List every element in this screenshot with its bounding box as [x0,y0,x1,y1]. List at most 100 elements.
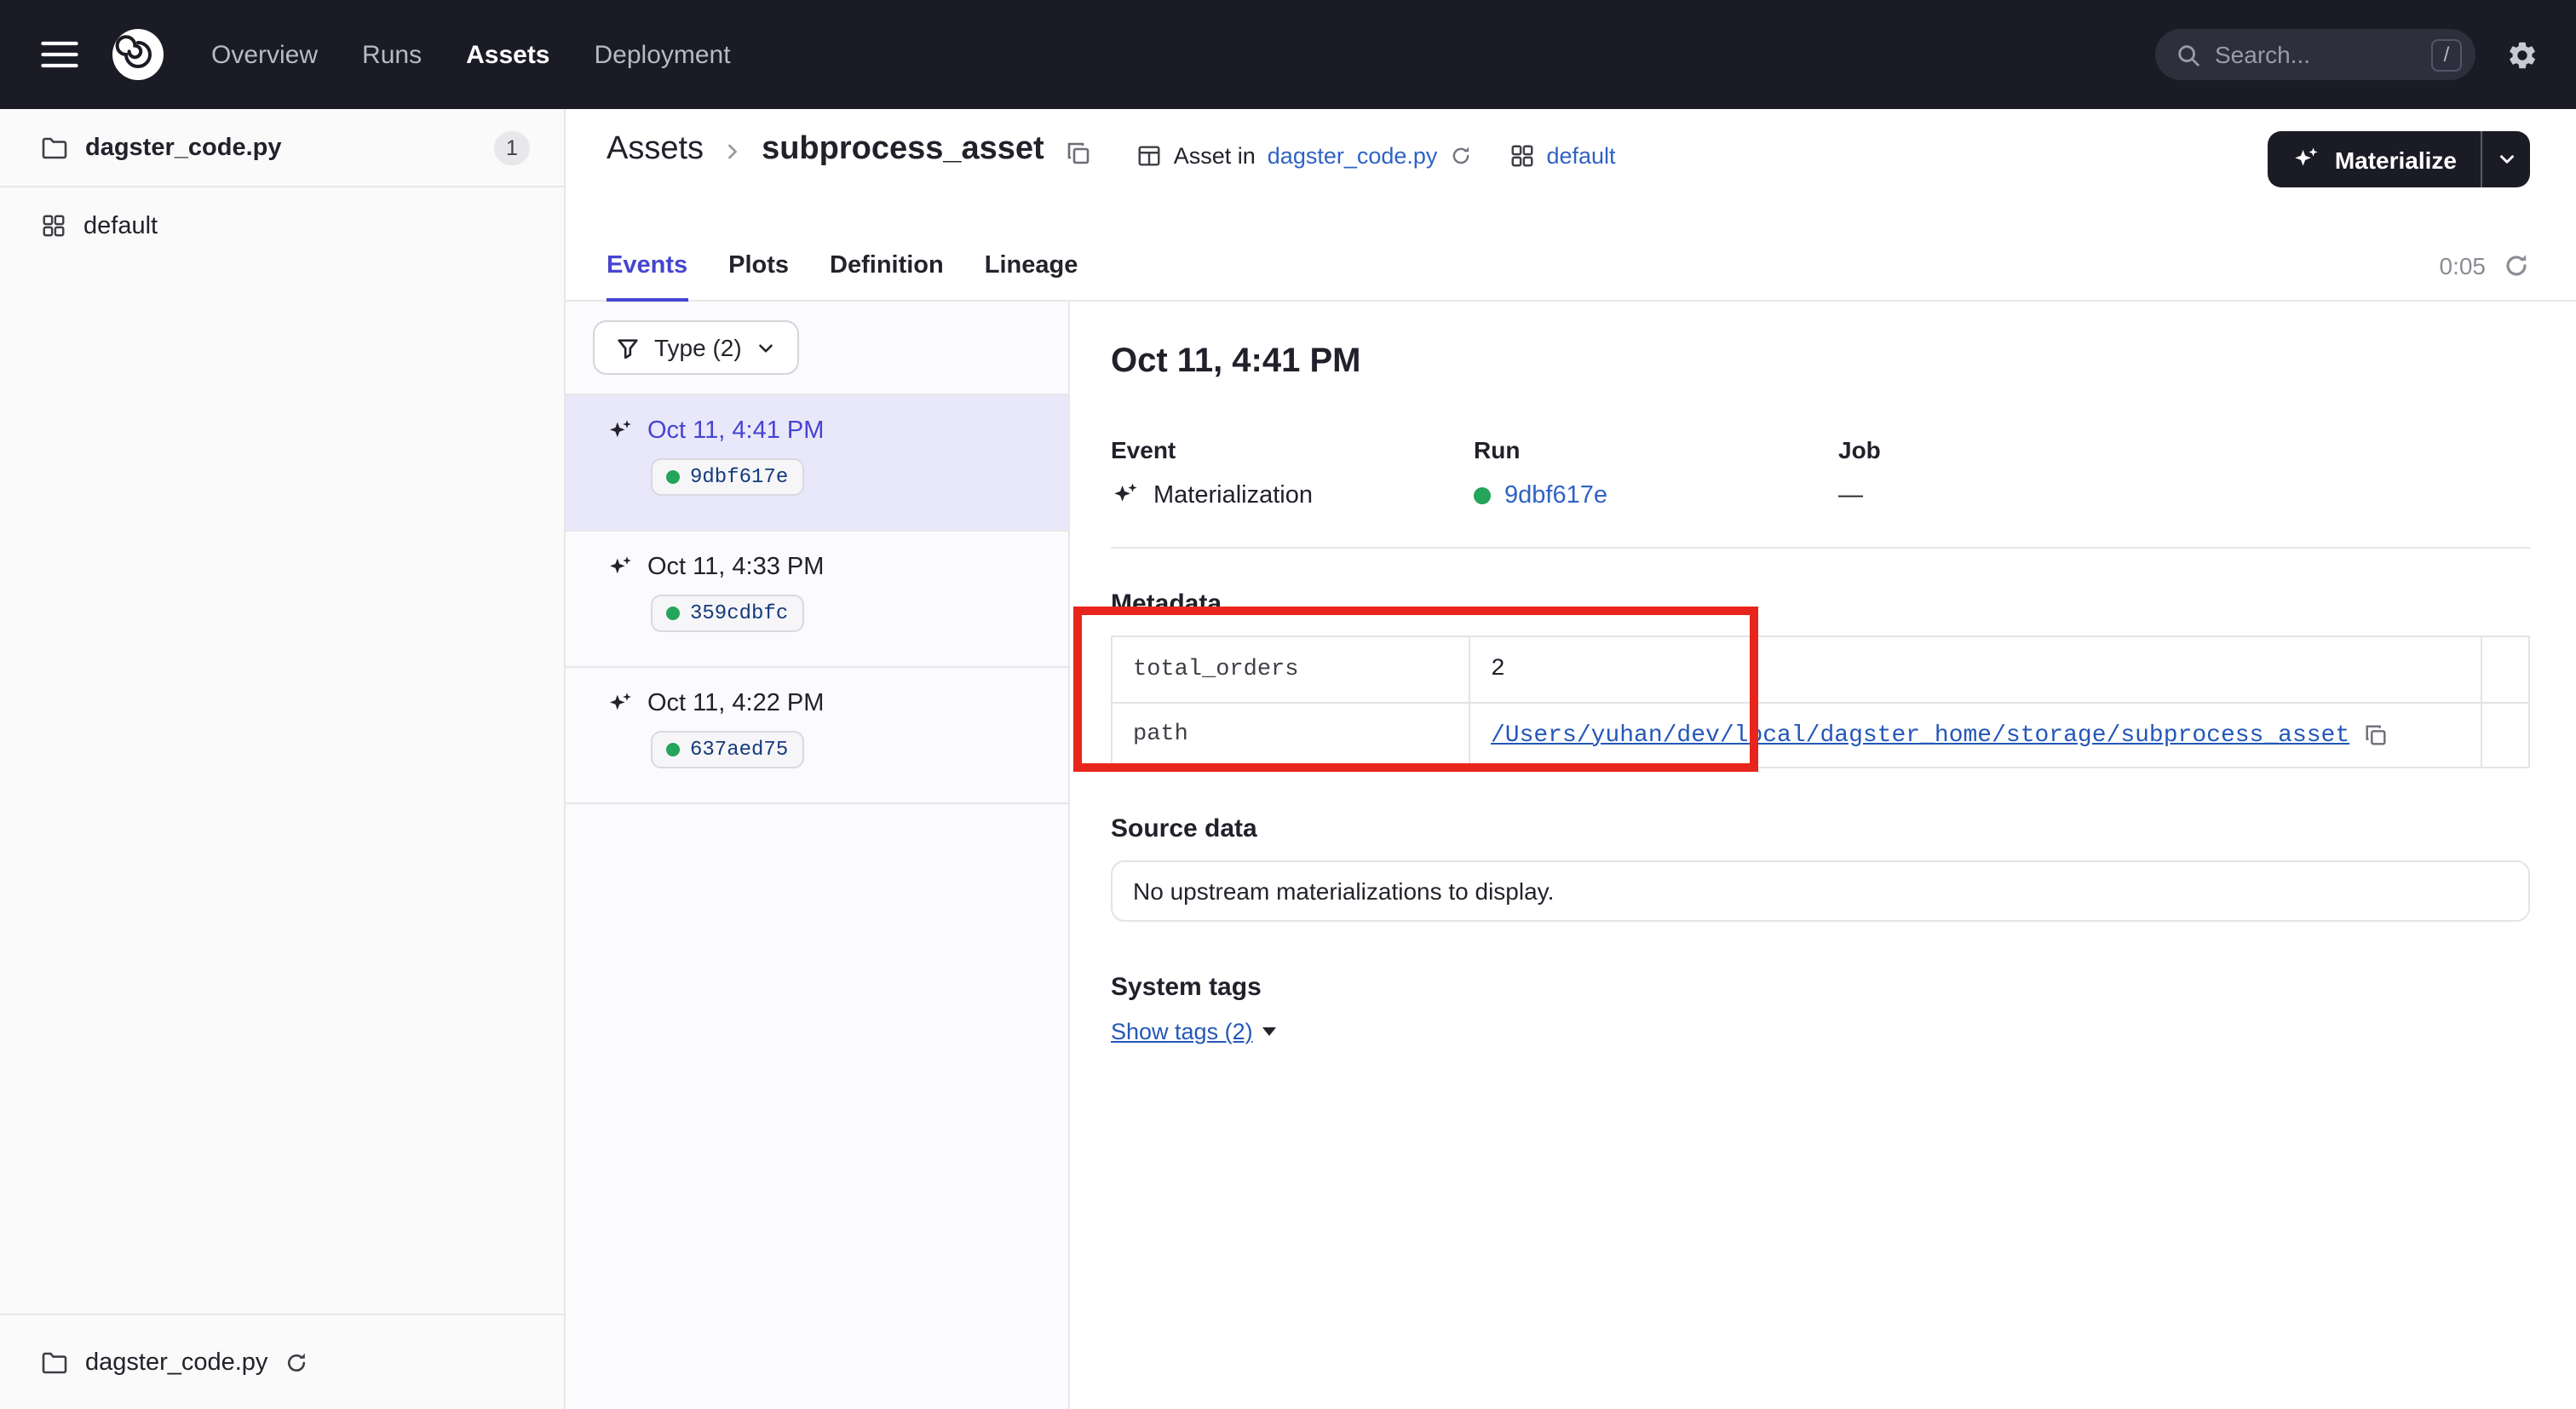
run-id-label: 9dbf617e [690,465,788,489]
materialization-sparkle-icon [607,690,634,717]
materialization-sparkle-icon [607,554,634,581]
job-column-header: Job [1838,436,2530,463]
sidebar-footer-code-location[interactable]: dagster_code.py [0,1314,564,1409]
materialize-label: Materialize [2335,146,2457,173]
sidebar-item-default-repo[interactable]: default [0,187,564,264]
table-icon [1136,143,1162,169]
event-date-row: Oct 11, 4:33 PM [607,554,1041,581]
metadata-table: total_orders 2 path /Users/yuhan/dev/loc… [1111,635,2530,768]
events-list-panel: Type (2) Oct 11, 4:41 PM [566,302,1070,1409]
run-status-dot [666,607,680,620]
top-nav: Overview Runs Assets Deployment Search..… [0,0,2576,109]
asset-header: Assets subprocess_asset Asset in [566,109,2576,230]
asset-meta-chips: Asset in dagster_code.py default [1136,143,1616,169]
main-nav: Overview Runs Assets Deployment [211,40,731,69]
filter-funnel-icon [615,335,641,360]
refresh-icon[interactable] [2503,251,2530,279]
asset-count-badge: 1 [494,130,530,164]
event-date-label: Oct 11, 4:41 PM [647,417,824,445]
materialization-sparkle-icon [1111,480,1140,509]
asset-name: subprocess_asset [762,131,1044,169]
event-date-label: Oct 11, 4:33 PM [647,554,824,581]
event-detail-panel: Oct 11, 4:41 PM Event Run Job Materializ… [1070,302,2576,1409]
events-filter-row: Type (2) [566,302,1068,395]
copy-asset-name-icon[interactable] [1065,139,1092,166]
settings-gear-icon[interactable] [2506,38,2539,71]
run-id-link[interactable]: 9dbf617e [1504,481,1607,509]
tab-lineage[interactable]: Lineage [985,230,1078,300]
chevron-down-icon [756,336,778,359]
grid-icon [41,213,66,239]
path-link[interactable]: /Users/yuhan/dev/local/dagster_home/stor… [1491,722,2349,749]
main-content: Assets subprocess_asset Asset in [566,109,2576,1409]
event-date-label: Oct 11, 4:22 PM [647,690,824,717]
sidebar-footer-label: dagster_code.py [85,1349,267,1376]
refresh-icon[interactable] [1449,145,1471,167]
run-status-dot [666,470,680,484]
metadata-extra-cell [2481,637,2528,702]
folder-icon [41,134,68,161]
run-id-tag[interactable]: 359cdbfc [651,595,803,632]
asset-in-code-file-link[interactable]: dagster_code.py [1268,143,1438,169]
event-date-row: Oct 11, 4:41 PM [607,417,1041,445]
materialize-dropdown-button[interactable] [2481,131,2530,187]
caret-down-icon [1263,1027,1277,1036]
tab-plots[interactable]: Plots [728,230,789,300]
source-data-empty-box: No upstream materializations to display. [1111,860,2530,922]
chevron-right-icon [721,140,745,164]
event-date-row: Oct 11, 4:22 PM [607,690,1041,717]
event-list-item[interactable]: Oct 11, 4:41 PM 9dbf617e [566,395,1068,532]
metadata-key: total_orders [1113,637,1469,702]
refresh-timer-group: 0:05 [2440,230,2531,300]
repo-chip-label: default [1546,143,1615,169]
nav-runs[interactable]: Runs [362,40,422,69]
asset-in-prefix: Asset in [1174,143,1256,169]
metadata-value: 2 [1469,637,2481,702]
asset-tabs: Events Plots Definition Lineage 0:05 [566,230,2576,302]
breadcrumb-assets-link[interactable]: Assets [607,131,704,169]
nav-deployment[interactable]: Deployment [595,40,731,69]
dagster-app: Overview Runs Assets Deployment Search..… [0,0,2576,1409]
search-input[interactable]: Search... / [2155,29,2475,80]
type-filter-button[interactable]: Type (2) [593,320,800,375]
sidebar-code-file-label: dagster_code.py [85,134,282,161]
copy-path-icon[interactable] [2363,722,2389,748]
nav-overview[interactable]: Overview [211,40,318,69]
metadata-row: path /Users/yuhan/dev/local/dagster_home… [1113,702,2528,767]
materialize-button[interactable]: Materialize [2268,131,2481,187]
event-list-item[interactable]: Oct 11, 4:22 PM 637aed75 [566,668,1068,804]
reload-code-location-icon[interactable] [285,1350,308,1374]
metadata-row: total_orders 2 [1113,637,2528,702]
tab-definition[interactable]: Definition [830,230,944,300]
sidebar-repo-label: default [83,212,158,239]
system-tags-heading: System tags [1111,973,2530,1002]
event-info-grid: Event Run Job Materialization 9dbf617e [1111,436,2530,509]
refresh-timer: 0:05 [2440,251,2487,279]
nav-assets[interactable]: Assets [466,40,549,69]
dagster-logo-icon[interactable] [109,26,167,83]
hamburger-menu-icon[interactable] [37,32,82,77]
search-icon [2176,42,2201,67]
run-value: 9dbf617e [1474,480,1838,509]
materialize-split-button: Materialize [2268,131,2530,187]
type-filter-label: Type (2) [654,334,742,361]
metadata-heading: Metadata [1111,589,2530,618]
event-detail-title: Oct 11, 4:41 PM [1111,342,2530,382]
run-id-label: 637aed75 [690,738,788,762]
event-list-item[interactable]: Oct 11, 4:33 PM 359cdbfc [566,532,1068,668]
run-id-tag[interactable]: 9dbf617e [651,458,803,496]
sidebar-item-code-file[interactable]: dagster_code.py 1 [0,109,564,187]
grid-icon [1509,143,1534,169]
event-column-header: Event [1111,436,1474,463]
run-column-header: Run [1474,436,1838,463]
asset-in-chip[interactable]: Asset in dagster_code.py [1136,143,1472,169]
breadcrumb: Assets subprocess_asset [607,131,1092,169]
folder-icon [41,1349,68,1376]
run-status-dot [1474,486,1491,503]
sparkle-icon [2292,145,2321,174]
repo-chip[interactable]: default [1509,143,1615,169]
show-tags-toggle[interactable]: Show tags (2) [1111,1019,1277,1044]
tab-events[interactable]: Events [607,230,687,300]
run-id-tag[interactable]: 637aed75 [651,731,803,768]
section-divider [1111,547,2530,549]
